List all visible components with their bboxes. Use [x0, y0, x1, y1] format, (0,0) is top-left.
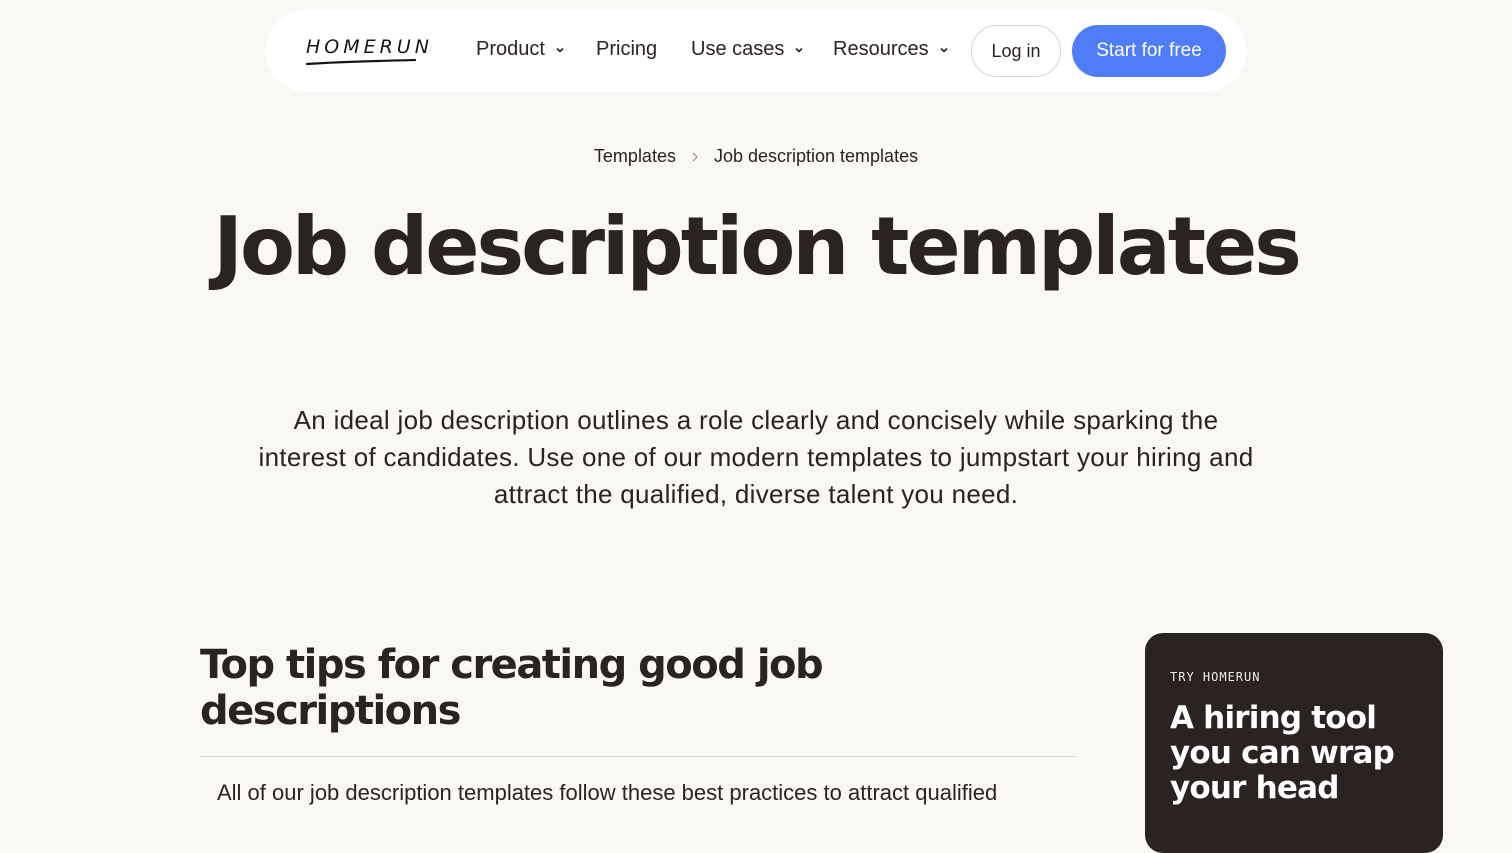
- promo-title: A hiring tool you can wrap your head: [1170, 700, 1395, 806]
- chevron-down-icon: [795, 47, 803, 53]
- logo-underline: [306, 58, 416, 66]
- nav-pricing-label: Pricing: [596, 38, 658, 60]
- login-button[interactable]: Log in: [971, 25, 1061, 77]
- chevron-right-icon: [692, 151, 699, 162]
- homerun-logo[interactable]: HOMERUN: [306, 36, 433, 58]
- tips-intro-text: All of our job description templates fol…: [217, 780, 998, 805]
- nav-resources-label: Resources: [833, 38, 929, 60]
- breadcrumb-templates-link[interactable]: Templates: [594, 146, 676, 167]
- breadcrumb: Templates Job description templates: [0, 146, 1512, 167]
- page-description: An ideal job description outlines a role…: [258, 405, 1254, 509]
- nav-product-label: Product: [476, 38, 545, 60]
- top-navigation: HOMERUN Product Pricing Use cases Resour…: [266, 10, 1246, 92]
- try-homerun-card[interactable]: TRY HOMERUN A hiring tool you can wrap y…: [1145, 633, 1443, 853]
- nav-use-cases[interactable]: Use cases: [691, 38, 804, 61]
- page-title: Job description templates: [213, 200, 1302, 293]
- tips-heading: Top tips for creating good job descripti…: [200, 642, 824, 734]
- section-divider: [200, 756, 1075, 757]
- nav-use-cases-label: Use cases: [691, 38, 785, 60]
- chevron-down-icon: [556, 47, 564, 53]
- nav-product[interactable]: Product: [476, 38, 565, 61]
- chevron-down-icon: [940, 47, 948, 53]
- breadcrumb-current: Job description templates: [713, 146, 919, 166]
- nav-pricing[interactable]: Pricing: [596, 38, 657, 61]
- promo-kicker: TRY HOMERUN: [1170, 670, 1261, 684]
- start-for-free-button[interactable]: Start for free: [1072, 25, 1226, 77]
- nav-resources[interactable]: Resources: [833, 38, 949, 61]
